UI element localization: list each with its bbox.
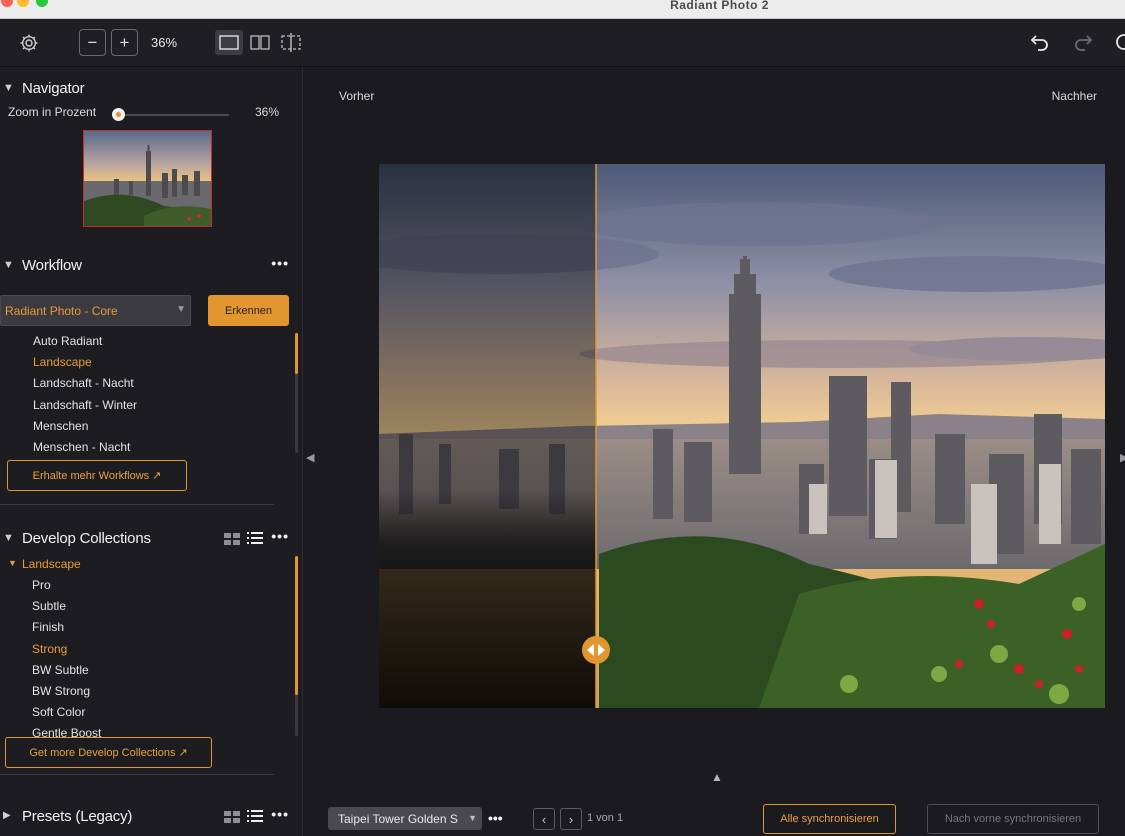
- comparison-photo[interactable]: [379, 164, 1105, 708]
- list-item[interactable]: Auto Radiant: [33, 334, 102, 348]
- sync-all-button[interactable]: Alle synchronisieren: [763, 804, 896, 834]
- window-title: Radiant Photo 2: [670, 0, 769, 12]
- develop-more-button[interactable]: •••: [271, 528, 289, 544]
- city-skyline-image: [379, 164, 1105, 708]
- previous-panel-arrow-icon[interactable]: ◀: [306, 451, 314, 464]
- navigator-thumbnail[interactable]: [83, 130, 212, 227]
- list-item[interactable]: Landschaft - Nacht: [33, 376, 134, 390]
- get-more-collections-button[interactable]: Get more Develop Collections ↗: [5, 737, 212, 768]
- before-label: Vorher: [339, 89, 375, 103]
- list-view-icon[interactable]: [247, 809, 263, 828]
- zoom-slider-knob[interactable]: [112, 108, 126, 121]
- chevron-down-icon: ▼: [176, 304, 186, 315]
- redo-icon[interactable]: [1072, 31, 1094, 53]
- list-item[interactable]: Pro: [32, 578, 51, 592]
- split-view-icon[interactable]: [278, 30, 304, 55]
- list-item[interactable]: Menschen: [33, 419, 88, 433]
- list-view-icon[interactable]: [247, 531, 263, 550]
- section-divider: [0, 774, 274, 775]
- list-item[interactable]: Landschaft - Winter: [33, 398, 137, 412]
- list-item[interactable]: Subtle: [32, 599, 66, 613]
- navigator-header[interactable]: ▼ Navigator: [0, 76, 303, 102]
- navigator-title: Navigator: [22, 80, 85, 97]
- collapse-triangle-icon[interactable]: ▼: [3, 532, 14, 544]
- zoom-percent-label: Zoom in Prozent: [8, 105, 97, 119]
- before-overlay: [379, 164, 596, 708]
- develop-collections-title: Develop Collections: [22, 530, 151, 547]
- zoom-level: 36%: [151, 35, 178, 50]
- title-bar: Radiant Photo 2: [0, 0, 1125, 19]
- external-link-icon: ↗: [152, 470, 162, 482]
- sync-forward-button[interactable]: Nach vorne synchronisieren: [927, 804, 1099, 834]
- collapse-triangle-icon[interactable]: ▼: [3, 259, 14, 271]
- history-icon[interactable]: [1114, 31, 1125, 53]
- develop-group-label[interactable]: Landscape: [22, 557, 81, 571]
- after-label: Nachher: [1051, 89, 1097, 103]
- collapse-triangle-icon[interactable]: ▼: [3, 82, 14, 94]
- grid-view-icon[interactable]: [224, 810, 240, 828]
- thumbnail-image: [84, 131, 211, 226]
- detect-button[interactable]: Erkennen: [208, 295, 289, 326]
- workflow-dropdown[interactable]: Radiant Photo - Core ▼: [0, 295, 191, 326]
- group-expand-triangle-icon[interactable]: ▼: [8, 558, 17, 568]
- file-select[interactable]: Taipei Tower Golden S ▼: [328, 807, 482, 830]
- zoom-slider-track[interactable]: [115, 114, 229, 116]
- split-handle[interactable]: [582, 636, 610, 664]
- previous-image-button[interactable]: ‹: [533, 808, 555, 830]
- list-item[interactable]: Finish: [32, 620, 64, 634]
- presets-header[interactable]: ▶ Presets (Legacy) •••: [0, 804, 303, 830]
- zoom-percent-value: 36%: [255, 105, 280, 119]
- show-filmstrip-arrow-icon[interactable]: ▲: [711, 770, 723, 784]
- file-more-button[interactable]: •••: [488, 810, 503, 826]
- workflow-more-button[interactable]: •••: [271, 255, 289, 271]
- section-divider: [0, 504, 274, 505]
- file-select-value: Taipei Tower Golden S: [338, 812, 458, 826]
- get-more-collections-label: Get more Develop Collections: [29, 746, 176, 759]
- side-by-side-icon[interactable]: [248, 30, 272, 55]
- list-item[interactable]: Landscape: [33, 355, 92, 369]
- toolbar: − + 36%: [0, 19, 1125, 67]
- undo-icon[interactable]: [1029, 31, 1051, 53]
- list-item[interactable]: Menschen - Nacht: [33, 440, 130, 454]
- presets-title: Presets (Legacy): [22, 808, 133, 825]
- workflow-title: Workflow: [22, 257, 82, 274]
- workflow-header[interactable]: ▼ Workflow •••: [0, 253, 303, 279]
- develop-scroll-thumb[interactable]: [295, 556, 298, 695]
- list-item[interactable]: Soft Color: [32, 705, 85, 719]
- list-item[interactable]: BW Subtle: [32, 663, 89, 677]
- gear-icon[interactable]: [18, 32, 40, 54]
- chevron-down-icon: ▼: [468, 813, 477, 823]
- get-more-workflows-label: Erhalte mehr Workflows: [32, 469, 150, 482]
- zoom-in-button[interactable]: +: [111, 29, 138, 56]
- next-panel-arrow-icon[interactable]: ▶: [1120, 451, 1125, 464]
- external-link-icon: ↗: [178, 747, 188, 759]
- zoom-out-button[interactable]: −: [79, 29, 106, 56]
- workflow-scroll-thumb[interactable]: [295, 333, 298, 374]
- workflow-dropdown-value: Radiant Photo - Core: [5, 304, 118, 318]
- grid-view-icon[interactable]: [224, 532, 240, 550]
- list-item[interactable]: BW Strong: [32, 684, 90, 698]
- develop-collections-header[interactable]: ▼ Develop Collections •••: [0, 526, 303, 552]
- single-view-icon[interactable]: [215, 30, 243, 55]
- next-image-button[interactable]: ›: [560, 808, 582, 830]
- page-info: 1 von 1: [587, 812, 624, 824]
- presets-more-button[interactable]: •••: [271, 806, 289, 822]
- get-more-workflows-button[interactable]: Erhalte mehr Workflows ↗: [7, 460, 187, 491]
- sidebar: ▼ Navigator Zoom in Prozent 36% ▼ Workfl…: [0, 67, 303, 836]
- expand-triangle-icon[interactable]: ▶: [3, 810, 11, 821]
- list-item[interactable]: Strong: [32, 642, 67, 656]
